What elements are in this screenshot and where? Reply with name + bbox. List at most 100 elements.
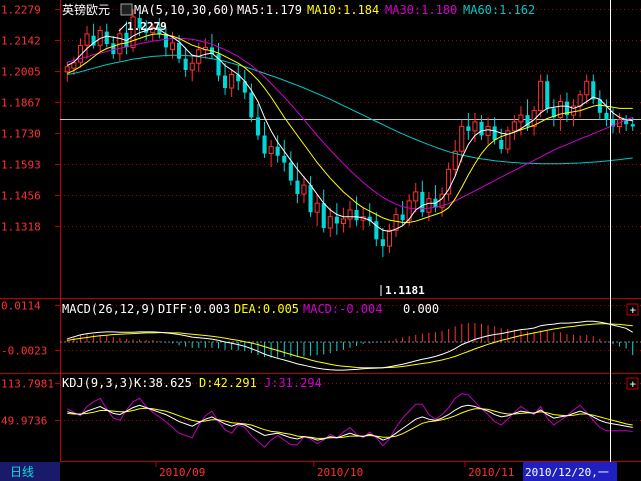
candle-body-down — [604, 112, 609, 120]
y-tick-label: 49.9736 — [1, 415, 47, 428]
candle-body-down — [275, 146, 280, 156]
ma5-line — [67, 27, 633, 232]
y-tick-label: 1.1593 — [1, 159, 41, 172]
high-marker: 1.2279 — [118, 20, 167, 33]
candle — [321, 189, 326, 233]
candle — [433, 185, 438, 213]
candle — [479, 115, 484, 140]
candle-body-down — [282, 155, 287, 163]
kdj-label: KDJ(9,3,3) — [62, 376, 134, 390]
candle — [202, 38, 208, 59]
candle-body-up — [413, 191, 419, 202]
candle-body-up — [347, 209, 353, 220]
y-tick-label: 1.2005 — [1, 66, 41, 79]
candle-body-down — [111, 43, 116, 55]
ma10-line — [67, 33, 633, 223]
candle-body-up — [538, 80, 544, 112]
candle — [255, 103, 260, 140]
y-axis-labels: 1.2279 1.2142 1.2005 1.1867 1.1730 1.1593 1.14… — [1, 4, 54, 428]
candle-body-down — [492, 126, 497, 140]
x-tick-label: 2010/10 — [317, 466, 363, 479]
y-tick-label: 0.0114 — [1, 300, 41, 313]
candle-body-down — [177, 42, 182, 59]
candle — [511, 115, 517, 140]
low-label: 1.1181 — [385, 284, 425, 297]
candle-body-down — [163, 33, 168, 48]
macd-expand-button[interactable]: + — [626, 303, 639, 317]
ma30-value: MA30:1.180 — [385, 3, 457, 17]
axis-frame — [0, 0, 641, 462]
candle-body-up — [268, 146, 274, 154]
kdj-j-value: J:31.294 — [264, 376, 322, 390]
candle-body-down — [479, 121, 484, 136]
plus-icon: + — [630, 304, 637, 317]
macd-label: MACD(26,12,9) — [62, 302, 156, 316]
candle-body-down — [288, 162, 293, 181]
candle — [380, 228, 385, 258]
ma-header-label: MA(5,10,30,60) — [134, 3, 235, 17]
candle — [236, 65, 241, 91]
candle — [189, 54, 195, 82]
candle — [413, 182, 419, 213]
candle-body-up — [64, 66, 70, 73]
candle — [249, 83, 254, 122]
candle — [525, 99, 530, 131]
candle — [334, 203, 339, 235]
candle-body-up — [472, 121, 478, 132]
plus-icon: + — [630, 378, 637, 391]
candle-body-up — [340, 218, 346, 224]
candle — [229, 69, 235, 98]
candle-body-up — [169, 42, 175, 51]
candle — [386, 223, 392, 253]
candle — [591, 74, 596, 104]
candle — [216, 42, 221, 82]
candle-body-down — [630, 124, 635, 127]
candle — [420, 180, 425, 217]
candle-body-up — [426, 198, 432, 213]
candle-body-up — [485, 125, 491, 136]
candle-body-down — [104, 31, 109, 44]
candle — [308, 176, 313, 217]
candle — [104, 23, 109, 48]
ma10-value: MA10:1.184 — [307, 3, 379, 17]
candle-body-down — [374, 221, 379, 240]
y-tick-label: 1.1730 — [1, 128, 41, 141]
candle — [301, 176, 307, 204]
x-tick-label: 2010/09 — [159, 466, 205, 479]
candle — [84, 25, 90, 59]
candle — [551, 99, 556, 127]
candle — [314, 194, 320, 226]
candle-body-down — [295, 180, 300, 195]
candle — [564, 92, 569, 122]
candle-body-up — [557, 101, 564, 118]
candle — [242, 69, 247, 100]
period-button[interactable]: 日线 — [10, 465, 34, 479]
macd-diff-value: DIFF:0.003 — [158, 302, 230, 316]
candle — [347, 200, 353, 229]
kdj-expand-button[interactable]: + — [626, 377, 639, 391]
candle-body-up — [314, 202, 320, 213]
macd-header: MACD(26,12,9) DIFF:0.003 DEA:0.005 MACD:… — [62, 302, 439, 316]
candle — [571, 99, 577, 127]
candle — [223, 63, 228, 95]
kdj-d-value: D:42.291 — [199, 376, 257, 390]
candle-body-down — [249, 92, 254, 118]
candle-body-up — [577, 94, 583, 107]
candle-body-down — [321, 203, 326, 228]
y-tick-label: 1.1867 — [1, 97, 41, 110]
low-marker: 1.1181 — [380, 284, 425, 297]
candle — [624, 115, 629, 131]
candle-body-down — [308, 185, 313, 213]
candle — [538, 74, 544, 118]
forex-chart[interactable]: 1.2279 1.2142 1.2005 1.1867 1.1730 1.1593 1.14… — [0, 0, 641, 481]
candle-body-down — [255, 117, 260, 136]
indicator-toggle-icon[interactable] — [120, 3, 133, 16]
macd-histogram — [66, 323, 634, 358]
candle-body-up — [301, 184, 307, 195]
candles — [64, 9, 635, 258]
candle-body-down — [466, 126, 471, 131]
candle-body-down — [499, 140, 504, 149]
candle — [288, 151, 293, 186]
candle-body-up — [459, 125, 465, 152]
candle — [393, 207, 399, 238]
